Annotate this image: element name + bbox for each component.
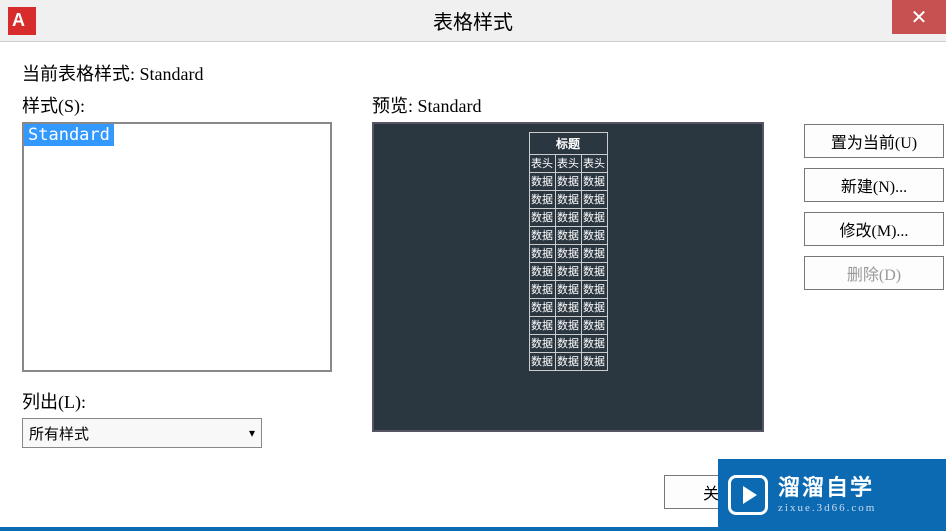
dropdown-value: 所有样式 — [29, 423, 89, 444]
new-button[interactable]: 新建(N)... — [804, 168, 944, 202]
preview-cell: 数据 — [529, 209, 555, 227]
preview-cell: 数据 — [581, 353, 607, 371]
list-out-dropdown[interactable]: 所有样式 ▾ — [22, 418, 262, 448]
preview-cell: 数据 — [555, 281, 581, 299]
preview-cell: 数据 — [581, 245, 607, 263]
preview-cell: 数据 — [529, 335, 555, 353]
bottom-border — [0, 527, 946, 531]
preview-cell: 数据 — [581, 191, 607, 209]
preview-cell: 数据 — [529, 263, 555, 281]
styles-listbox[interactable]: Standard — [22, 122, 332, 372]
preview-cell: 数据 — [581, 299, 607, 317]
preview-cell: 数据 — [529, 281, 555, 299]
play-icon — [728, 475, 768, 515]
window-title: 表格样式 — [433, 6, 513, 35]
preview-cell: 数据 — [529, 173, 555, 191]
preview-header-cell: 表头 — [555, 155, 581, 173]
close-icon[interactable]: ✕ — [892, 0, 946, 34]
preview-cell: 数据 — [555, 317, 581, 335]
preview-table: 标题 表头 表头 表头 数据数据数据 数据数据数据 数据数据数据 数据数据数据 … — [529, 132, 608, 371]
set-current-button[interactable]: 置为当前(U) — [804, 124, 944, 158]
title-bar: 表格样式 ✕ — [0, 0, 946, 42]
preview-cell: 数据 — [581, 281, 607, 299]
current-style-label: 当前表格样式: Standard — [22, 60, 924, 86]
watermark-url: zixue.3d66.com — [778, 502, 876, 515]
styles-label: 样式(S): — [22, 92, 332, 118]
preview-cell: 数据 — [555, 245, 581, 263]
preview-cell: 数据 — [555, 299, 581, 317]
preview-cell: 数据 — [555, 173, 581, 191]
preview-label: 预览: Standard — [372, 92, 764, 118]
preview-cell: 数据 — [529, 227, 555, 245]
preview-cell: 数据 — [555, 191, 581, 209]
list-out-label: 列出(L): — [22, 388, 332, 414]
preview-cell: 数据 — [555, 263, 581, 281]
dialog-body: 当前表格样式: Standard 样式(S): Standard 列出(L): … — [0, 42, 946, 531]
preview-cell: 数据 — [529, 245, 555, 263]
preview-cell: 数据 — [581, 209, 607, 227]
preview-panel: 标题 表头 表头 表头 数据数据数据 数据数据数据 数据数据数据 数据数据数据 … — [372, 122, 764, 432]
delete-button: 删除(D) — [804, 256, 944, 290]
preview-cell: 数据 — [581, 317, 607, 335]
watermark-overlay: 溜溜自学 zixue.3d66.com — [718, 459, 946, 531]
preview-cell: 数据 — [529, 191, 555, 209]
preview-title-cell: 标题 — [529, 133, 607, 155]
preview-cell: 数据 — [529, 299, 555, 317]
watermark-brand: 溜溜自学 — [778, 475, 876, 501]
chevron-down-icon: ▾ — [249, 426, 255, 441]
preview-cell: 数据 — [581, 263, 607, 281]
preview-cell: 数据 — [555, 209, 581, 227]
modify-button[interactable]: 修改(M)... — [804, 212, 944, 246]
preview-cell: 数据 — [581, 227, 607, 245]
preview-header-cell: 表头 — [529, 155, 555, 173]
preview-cell: 数据 — [529, 317, 555, 335]
preview-cell: 数据 — [529, 353, 555, 371]
preview-cell: 数据 — [581, 335, 607, 353]
preview-cell: 数据 — [555, 335, 581, 353]
preview-cell: 数据 — [555, 227, 581, 245]
app-icon — [8, 7, 36, 35]
preview-cell: 数据 — [555, 353, 581, 371]
preview-cell: 数据 — [581, 173, 607, 191]
list-item[interactable]: Standard — [24, 124, 114, 146]
preview-header-cell: 表头 — [581, 155, 607, 173]
